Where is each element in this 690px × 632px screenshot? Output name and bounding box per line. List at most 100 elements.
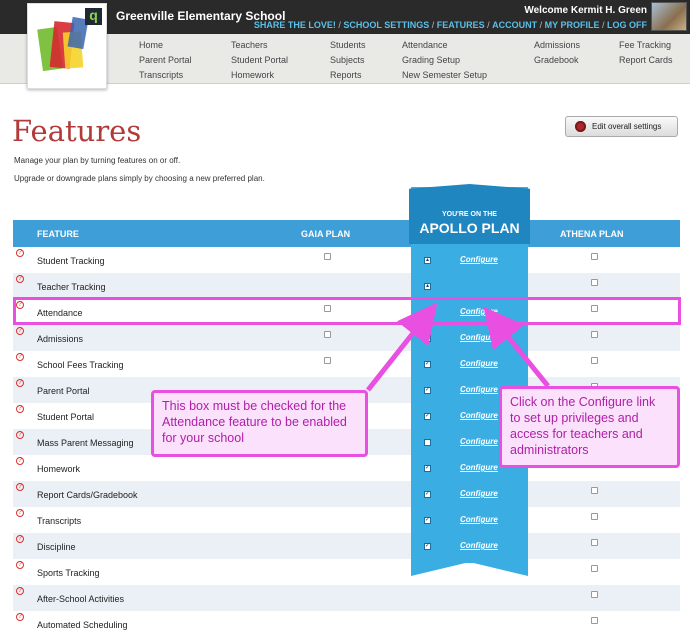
- my-profile-link[interactable]: MY PROFILE: [545, 20, 600, 30]
- apollo-current-label: YOU'RE ON THE: [442, 211, 497, 218]
- school-settings-link[interactable]: SCHOOL SETTINGS: [343, 20, 429, 30]
- nav-homework[interactable]: Homework: [231, 70, 274, 80]
- configure-link[interactable]: Configure: [460, 385, 498, 394]
- nav-student-portal[interactable]: Student Portal: [231, 55, 288, 65]
- apollo-checkbox[interactable]: ✓: [424, 543, 431, 550]
- table-row: Discipline?: [13, 533, 680, 559]
- athena-checkbox[interactable]: [591, 539, 598, 546]
- avatar[interactable]: [651, 2, 687, 31]
- configure-link[interactable]: Configure: [460, 489, 498, 498]
- nav-attendance[interactable]: Attendance: [402, 40, 448, 50]
- gaia-checkbox[interactable]: [324, 253, 331, 260]
- col-gaia-plan[interactable]: GAIA PLAN: [301, 229, 350, 239]
- help-icon[interactable]: ?: [16, 352, 24, 361]
- help-icon[interactable]: ?: [16, 326, 24, 335]
- athena-checkbox[interactable]: [591, 357, 598, 364]
- feature-name: Homework: [37, 464, 81, 474]
- apollo-checkbox[interactable]: ✓: [424, 491, 431, 498]
- nav-new-semester-setup[interactable]: New Semester Setup: [402, 70, 487, 80]
- configure-link[interactable]: Configure: [460, 515, 498, 524]
- table-row: Teacher Tracking?: [13, 273, 680, 299]
- apollo-checkbox[interactable]: ▴: [424, 257, 431, 264]
- nav-reports[interactable]: Reports: [330, 70, 362, 80]
- apollo-checkbox[interactable]: ✓: [424, 413, 431, 420]
- help-icon[interactable]: ?: [16, 378, 24, 387]
- apollo-checkbox[interactable]: ▴: [424, 283, 431, 290]
- apollo-checkbox[interactable]: ✓: [424, 517, 431, 524]
- nav-report-cards[interactable]: Report Cards: [619, 55, 673, 65]
- help-icon[interactable]: ?: [16, 612, 24, 621]
- athena-checkbox[interactable]: [591, 617, 598, 624]
- page-description-upgrade: Upgrade or downgrade plans simply by cho…: [14, 174, 265, 183]
- account-links: SHARE THE LOVE! / SCHOOL SETTINGS / FEAT…: [253, 20, 647, 30]
- configure-link[interactable]: Configure: [460, 541, 498, 550]
- logo-q-icon: q: [85, 8, 102, 25]
- configure-link[interactable]: Configure: [460, 437, 498, 446]
- nav-teachers[interactable]: Teachers: [231, 40, 268, 50]
- configure-link[interactable]: Configure: [460, 411, 498, 420]
- feature-name: Student Portal: [37, 412, 95, 422]
- nav-admissions[interactable]: Admissions: [534, 40, 580, 50]
- apollo-checkbox[interactable]: [424, 439, 431, 446]
- table-row: Report Cards/Gradebook?: [13, 481, 680, 507]
- account-link[interactable]: ACCOUNT: [492, 20, 537, 30]
- apollo-checkbox[interactable]: ✓: [424, 361, 431, 368]
- feature-name: Transcripts: [37, 516, 82, 526]
- features-link[interactable]: FEATURES: [437, 20, 485, 30]
- table-row: Student Tracking?: [13, 247, 680, 273]
- nav-parent-portal[interactable]: Parent Portal: [139, 55, 192, 65]
- configure-link[interactable]: Configure: [460, 359, 498, 368]
- nav-subjects[interactable]: Subjects: [330, 55, 365, 65]
- help-icon[interactable]: ?: [16, 248, 24, 257]
- feature-name: Report Cards/Gradebook: [37, 490, 138, 500]
- callout-configure: Click on the Configure link to set up pr…: [499, 386, 680, 468]
- gaia-checkbox[interactable]: [324, 357, 331, 364]
- table-row: Transcripts?: [13, 507, 680, 533]
- configure-link[interactable]: Configure: [460, 463, 498, 472]
- log-off-link[interactable]: LOG OFF: [607, 20, 647, 30]
- nav-gradebook[interactable]: Gradebook: [534, 55, 579, 65]
- page-title: Features: [12, 114, 142, 148]
- help-icon[interactable]: ?: [16, 534, 24, 543]
- page-description: Manage your plan by turning features on …: [14, 156, 181, 165]
- nav-students[interactable]: Students: [330, 40, 366, 50]
- nav-fee-tracking[interactable]: Fee Tracking: [619, 40, 671, 50]
- feature-name: Mass Parent Messaging: [37, 438, 134, 448]
- athena-checkbox[interactable]: [591, 565, 598, 572]
- feature-name: Student Tracking: [37, 256, 105, 266]
- edit-overall-settings-button[interactable]: Edit overall settings: [565, 116, 678, 137]
- help-icon[interactable]: ?: [16, 456, 24, 465]
- gaia-checkbox[interactable]: [324, 331, 331, 338]
- athena-checkbox[interactable]: [591, 253, 598, 260]
- help-icon[interactable]: ?: [16, 274, 24, 283]
- help-icon[interactable]: ?: [16, 560, 24, 569]
- school-logo[interactable]: q: [27, 3, 107, 89]
- feature-name: Admissions: [37, 334, 84, 344]
- apollo-checkbox[interactable]: ✓: [424, 465, 431, 472]
- athena-checkbox[interactable]: [591, 591, 598, 598]
- nav-home[interactable]: Home: [139, 40, 163, 50]
- apollo-checkbox[interactable]: ✓: [424, 387, 431, 394]
- edit-overall-settings-label: Edit overall settings: [592, 122, 662, 131]
- athena-checkbox[interactable]: [591, 279, 598, 286]
- configure-link[interactable]: Configure: [460, 333, 498, 342]
- nav-grading-setup[interactable]: Grading Setup: [402, 55, 460, 65]
- callout-checkbox: This box must be checked for the Attenda…: [151, 390, 368, 457]
- table-row: Sports Tracking?: [13, 559, 680, 585]
- help-icon[interactable]: ?: [16, 430, 24, 439]
- nav-transcripts[interactable]: Transcripts: [139, 70, 183, 80]
- help-icon[interactable]: ?: [16, 404, 24, 413]
- help-icon[interactable]: ?: [16, 586, 24, 595]
- col-athena-plan[interactable]: ATHENA PLAN: [560, 229, 624, 239]
- share-link[interactable]: SHARE THE LOVE!: [254, 20, 336, 30]
- col-feature: FEATURE: [37, 229, 79, 239]
- apollo-plan-title: APOLLO PLAN: [419, 220, 520, 236]
- apollo-checkbox[interactable]: ✓: [424, 335, 431, 342]
- help-icon[interactable]: ?: [16, 482, 24, 491]
- help-icon[interactable]: ?: [16, 508, 24, 517]
- athena-checkbox[interactable]: [591, 331, 598, 338]
- athena-checkbox[interactable]: [591, 513, 598, 520]
- configure-link[interactable]: Configure: [460, 255, 498, 264]
- welcome-text: Welcome Kermit H. Green: [524, 5, 647, 16]
- athena-checkbox[interactable]: [591, 487, 598, 494]
